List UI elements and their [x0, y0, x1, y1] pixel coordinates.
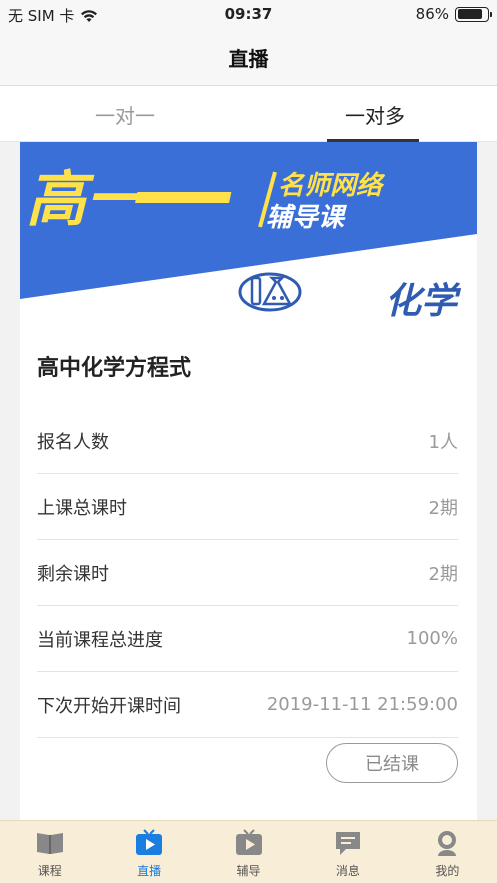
- course-card[interactable]: 高一 名师网络 辅导课 化学 高中化学方程式 报名人数 1人 上课总课时 2期 …: [20, 142, 477, 820]
- info-value: 2期: [428, 497, 458, 519]
- tab-one-to-many-label: 一对多: [345, 103, 405, 128]
- battery-icon: [455, 6, 492, 22]
- info-row-enrollment: 报名人数 1人: [37, 408, 458, 474]
- info-label: 当前课程总进度: [37, 629, 163, 651]
- segment-tabs: 一对一 一对多: [0, 86, 497, 142]
- tabbar-item-messages[interactable]: 消息: [298, 821, 397, 883]
- tabbar-item-profile[interactable]: 我的: [398, 821, 497, 883]
- book-icon: [35, 828, 65, 858]
- tabbar-label: 我的: [435, 864, 460, 878]
- info-value: 100%: [406, 628, 458, 649]
- info-label: 上课总课时: [37, 497, 127, 519]
- info-label: 下次开始开课时间: [37, 695, 181, 717]
- info-row-total-lessons: 上课总课时 2期: [37, 474, 458, 540]
- message-icon: [333, 828, 363, 858]
- course-info-list: 报名人数 1人 上课总课时 2期 剩余课时 2期 当前课程总进度 100% 下次…: [37, 408, 458, 738]
- tabbar-label: 辅导: [236, 864, 261, 878]
- page-title: 直播: [228, 47, 269, 71]
- tabbar-label: 课程: [37, 864, 62, 878]
- banner-tagline-1: 名师网络: [278, 171, 386, 201]
- nav-bar: 直播: [0, 30, 497, 86]
- tutor-tv-icon: [234, 828, 264, 858]
- tab-one-to-many[interactable]: 一对多: [290, 86, 460, 142]
- tabbar-label: 消息: [335, 864, 360, 878]
- course-banner: 高一 名师网络 辅导课 化学: [20, 142, 477, 327]
- info-row-next-start: 下次开始开课时间 2019-11-11 21:59:00: [37, 672, 458, 738]
- bottom-tab-bar: 课程 直播 辅导 消息 我的: [0, 820, 497, 883]
- status-bar: 无 SIM 卡 09:37 86%: [0, 0, 497, 30]
- banner-grade-text: 高一: [26, 165, 152, 235]
- tab-one-on-one[interactable]: 一对一: [40, 86, 210, 142]
- tabbar-item-courses[interactable]: 课程: [0, 821, 99, 883]
- info-value: 2019-11-11 21:59:00: [266, 694, 458, 715]
- info-value: 2期: [428, 563, 458, 585]
- battery-info: 86%: [415, 5, 492, 23]
- tab-one-on-one-label: 一对一: [95, 103, 155, 128]
- flask-icon: [238, 272, 302, 312]
- tabbar-label: 直播: [137, 864, 162, 878]
- info-label: 报名人数: [37, 431, 109, 453]
- profile-icon: [432, 828, 462, 858]
- info-label: 剩余课时: [37, 563, 109, 585]
- info-row-remaining-lessons: 剩余课时 2期: [37, 540, 458, 606]
- info-value: 1人: [428, 431, 458, 453]
- tabbar-item-tutoring[interactable]: 辅导: [199, 821, 298, 883]
- banner-subject: 化学: [384, 281, 457, 322]
- course-title: 高中化学方程式: [37, 356, 192, 381]
- live-tv-icon: [134, 828, 164, 858]
- banner-dash: [135, 192, 232, 203]
- tabbar-item-live[interactable]: 直播: [99, 821, 198, 883]
- course-finished-button[interactable]: 已结课: [326, 743, 458, 783]
- banner-tagline-2: 辅导课: [266, 203, 347, 233]
- battery-percent: 86%: [415, 5, 449, 23]
- info-row-progress: 当前课程总进度 100%: [37, 606, 458, 672]
